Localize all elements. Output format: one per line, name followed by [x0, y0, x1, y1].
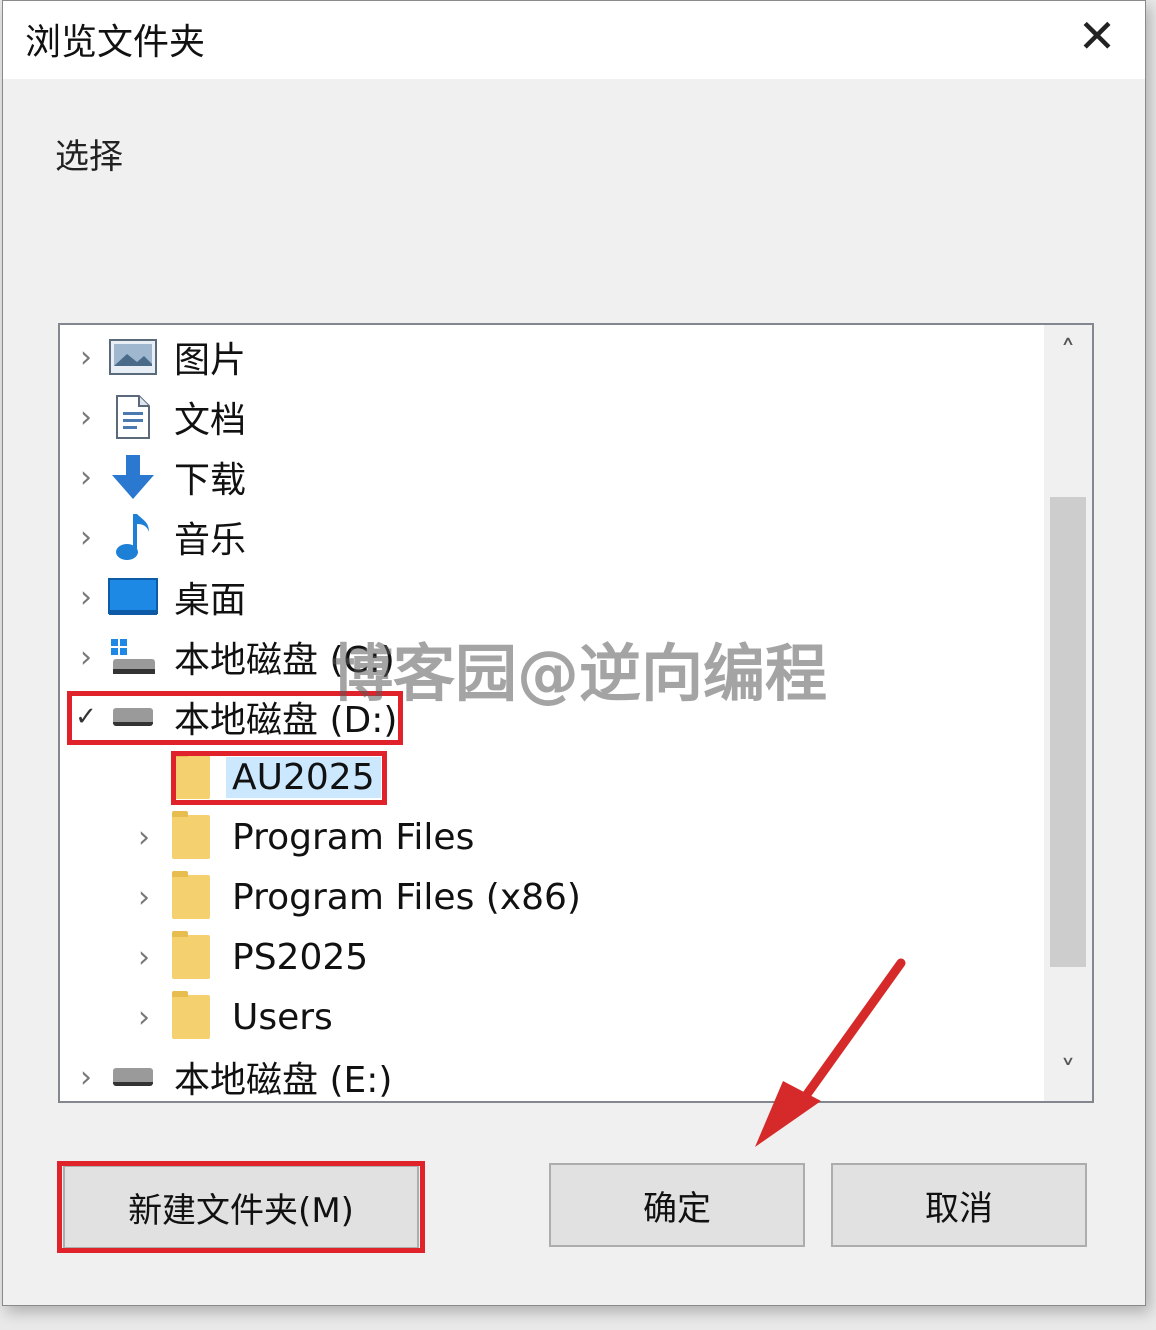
ok-button[interactable]: 确定 [549, 1163, 805, 1247]
tree-item-label: 下载 [174, 460, 247, 501]
new-folder-button[interactable]: 新建文件夹(M) [63, 1165, 419, 1249]
windows-drive-icon [106, 632, 160, 682]
tree-item-drive-c[interactable]: › 本地磁盘 (C:) [66, 627, 401, 687]
tree-item-program-files[interactable]: › Program Files [124, 807, 480, 867]
dialog-title: 浏览文件夹 [25, 22, 206, 63]
folder-shape [172, 751, 210, 799]
tree-item-drive-e[interactable]: › 本地磁盘 (E:) [66, 1047, 398, 1102]
expand-chevron-icon[interactable]: › [124, 880, 164, 915]
folder-shape [172, 991, 210, 1039]
expand-chevron-icon[interactable]: › [66, 400, 106, 435]
collapse-check-icon[interactable]: ✓ [66, 702, 106, 732]
tree-item-downloads[interactable]: › 下载 [66, 447, 252, 507]
folder-shape [172, 811, 210, 859]
tree-item-label: Program Files (x86) [232, 876, 581, 918]
expand-chevron-icon[interactable]: › [66, 640, 106, 675]
cancel-button[interactable]: 取消 [831, 1163, 1087, 1247]
tree-item-music[interactable]: › 音乐 [66, 507, 252, 567]
tree-item-label: 本地磁盘 (C:) [174, 640, 395, 681]
folder-icon [164, 811, 218, 862]
tree-item-users[interactable]: › Users [124, 987, 339, 1047]
scroll-down-icon[interactable]: ˅ [1044, 1045, 1092, 1101]
desktop-icon [106, 572, 160, 622]
folder-tree[interactable]: › 图片 › 文档 › 下载 › 音乐 › 桌面 › 本地磁盘 (C:) ✓ 本… [58, 323, 1094, 1103]
download-arrow-icon [106, 452, 160, 502]
expand-chevron-icon[interactable]: › [124, 1000, 164, 1035]
folder-shape [172, 871, 210, 919]
scroll-thumb[interactable] [1050, 497, 1086, 967]
tree-item-label: 本地磁盘 (D:) [174, 700, 398, 741]
tree-item-label: 本地磁盘 (E:) [174, 1060, 393, 1101]
tree-item-desktop[interactable]: › 桌面 [66, 567, 252, 627]
tree-item-label: Users [232, 996, 333, 1038]
folder-icon [164, 991, 218, 1042]
expand-chevron-icon[interactable]: › [66, 520, 106, 555]
drive-shape [113, 1068, 153, 1086]
tree-item-label: 文档 [174, 400, 247, 441]
tree-item-drive-d[interactable]: ✓ 本地磁盘 (D:) [66, 687, 403, 747]
tree-item-label: 图片 [174, 340, 247, 381]
tree-item-label: 音乐 [174, 520, 247, 561]
tree-item-program-files-x86[interactable]: › Program Files (x86) [124, 867, 587, 927]
tree-item-documents[interactable]: › 文档 [66, 387, 252, 447]
expand-chevron-icon[interactable]: › [124, 820, 164, 855]
folder-shape [172, 931, 210, 979]
folder-icon [164, 751, 218, 802]
tree-item-label: PS2025 [232, 936, 369, 978]
expand-chevron-icon[interactable]: › [124, 940, 164, 975]
drive-icon [106, 692, 160, 742]
expand-chevron-icon[interactable]: › [66, 460, 106, 495]
expand-chevron-icon[interactable]: › [66, 1060, 106, 1095]
expand-chevron-icon[interactable]: › [66, 340, 106, 375]
tree-item-label: AU2025 [226, 756, 381, 798]
vertical-scrollbar[interactable]: ˄ ˅ [1044, 325, 1092, 1101]
title-bar[interactable]: 浏览文件夹 ✕ [3, 1, 1145, 79]
drive-shape [113, 708, 153, 726]
tree-item-pictures[interactable]: › 图片 [66, 327, 252, 387]
folder-icon [164, 931, 218, 982]
scroll-up-icon[interactable]: ˄ [1044, 325, 1092, 381]
tree-item-ps2025[interactable]: › PS2025 [124, 927, 374, 987]
documents-icon [106, 392, 160, 442]
pictures-icon [106, 332, 160, 382]
music-note-icon [106, 512, 160, 562]
tree-item-label: 桌面 [174, 580, 247, 621]
close-button[interactable]: ✕ [1067, 9, 1127, 65]
folder-icon [164, 871, 218, 922]
drive-icon [106, 1052, 160, 1101]
tree-item-au2025[interactable]: AU2025 [124, 747, 381, 807]
browse-folder-dialog: 浏览文件夹 ✕ 选择 › 图片 › 文档 › 下载 › 音乐 › 桌面 › 本地… [2, 0, 1146, 1306]
expand-chevron-icon[interactable]: › [66, 580, 106, 615]
tree-item-label: Program Files [232, 816, 475, 858]
close-icon: ✕ [1077, 9, 1117, 63]
annotation-arrow-icon [755, 958, 906, 1147]
instruction-text: 选择 [55, 137, 123, 177]
